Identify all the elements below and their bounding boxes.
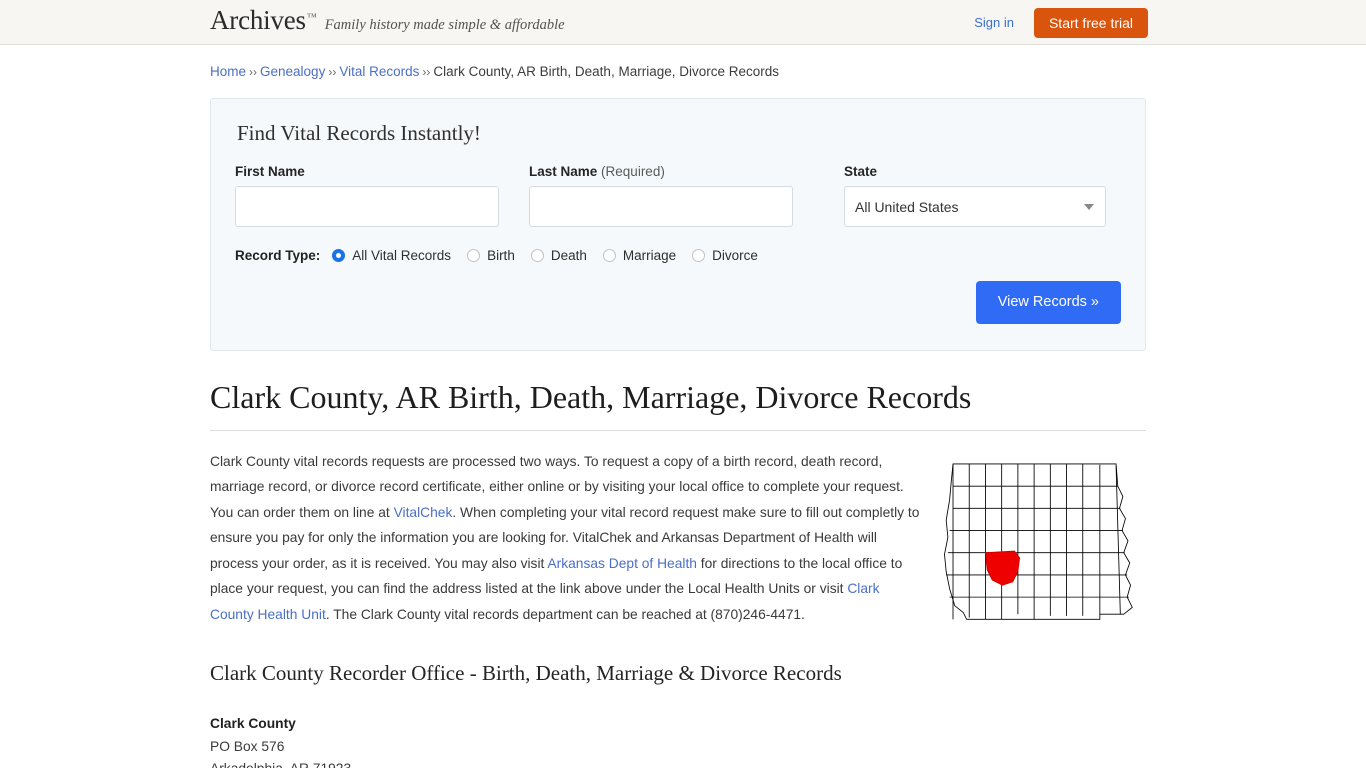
record-type-label: Record Type: <box>235 248 321 263</box>
breadcrumb-separator: ›› <box>249 65 258 79</box>
last-name-label-text: Last Name <box>529 164 598 179</box>
breadcrumb-item-current: Clark County, AR Birth, Death, Marriage,… <box>433 64 779 79</box>
radio-label-divorce: Divorce <box>712 248 758 263</box>
first-name-label: First Name <box>235 164 305 179</box>
header-actions: Sign in Start free trial <box>974 0 1148 45</box>
radio-icon <box>602 249 616 262</box>
radio-icon <box>530 249 544 262</box>
last-name-field-group: Last Name (Required) <box>529 164 793 227</box>
logo-tagline: Family history made simple & affordable <box>324 17 565 33</box>
state-select-value: All United States <box>855 198 959 215</box>
breadcrumb: Home ›› Genealogy ›› Vital Records ›› Clark Co… <box>210 45 1145 79</box>
site-logo[interactable]: Archives ™ Family history made simple & … <box>210 7 565 34</box>
view-records-button[interactable]: View Records » <box>975 281 1121 324</box>
address-org-name: Clark County <box>210 716 296 731</box>
state-label: State <box>844 164 878 179</box>
logo-wordmark: Archives <box>210 5 306 35</box>
vitalchek-link[interactable]: VitalChek <box>394 505 453 520</box>
radio-icon-checked <box>332 249 346 262</box>
radio-icon <box>692 249 706 262</box>
breadcrumb-item-vital-records[interactable]: Vital Records <box>339 64 419 79</box>
last-name-input[interactable] <box>529 186 793 227</box>
trademark-icon: ™ <box>306 12 317 23</box>
intro-text-part4: . The Clark County vital records departm… <box>325 606 805 622</box>
radio-label-marriage: Marriage <box>622 248 677 263</box>
panel-actions: View Records » <box>235 281 1121 324</box>
sign-in-link[interactable]: Sign in <box>974 15 1014 30</box>
state-field-group: State All United States <box>844 164 1106 227</box>
radio-icon <box>467 249 481 262</box>
state-select[interactable]: All United States <box>844 186 1106 227</box>
search-fields-row: First Name Last Name (Required) State Al… <box>235 164 1121 227</box>
site-header: Archives ™ Family history made simple & … <box>0 0 1366 45</box>
breadcrumb-item-genealogy[interactable]: Genealogy <box>260 64 325 79</box>
breadcrumb-separator: ›› <box>328 65 337 79</box>
arkansas-dept-of-health-link[interactable]: Arkansas Dept of Health <box>547 556 697 571</box>
record-type-row: Record Type: All Vital Records Birth Dea… <box>235 248 1121 263</box>
radio-death[interactable]: Death <box>530 248 587 263</box>
radio-label-birth: Birth <box>487 248 515 263</box>
page-title: Clark County, AR Birth, Death, Marriage,… <box>210 379 1146 431</box>
recorder-office-section-title: Clark County Recorder Office - Birth, De… <box>210 661 842 685</box>
recorder-office-address: Clark County PO Box 576 Arkadelphia, AR … <box>210 713 1145 768</box>
body-section: Clark County vital records requests are … <box>210 449 1146 628</box>
first-name-input[interactable] <box>235 186 499 227</box>
search-panel-title: Find Vital Records Instantly! <box>237 121 481 145</box>
radio-label-all-vital-records: All Vital Records <box>352 248 452 263</box>
radio-marriage[interactable]: Marriage <box>602 248 677 263</box>
arkansas-county-map-icon <box>941 452 1146 627</box>
last-name-label: Last Name (Required) <box>529 164 793 179</box>
breadcrumb-item-home[interactable]: Home <box>210 64 246 79</box>
first-name-field-group: First Name <box>235 164 499 227</box>
start-free-trial-button[interactable]: Start free trial <box>1033 7 1148 38</box>
last-name-required-note: (Required) <box>601 164 665 179</box>
address-line-1: PO Box 576 <box>210 738 285 754</box>
radio-divorce[interactable]: Divorce <box>692 248 758 263</box>
radio-all-vital-records[interactable]: All Vital Records <box>332 248 451 263</box>
vital-records-search-panel: Find Vital Records Instantly! First Name… <box>210 98 1146 351</box>
address-line-2: Arkadelphia, AR 71923 <box>210 758 1145 768</box>
radio-label-death: Death <box>550 248 587 263</box>
breadcrumb-separator: ›› <box>422 65 431 79</box>
radio-birth[interactable]: Birth <box>467 248 515 263</box>
